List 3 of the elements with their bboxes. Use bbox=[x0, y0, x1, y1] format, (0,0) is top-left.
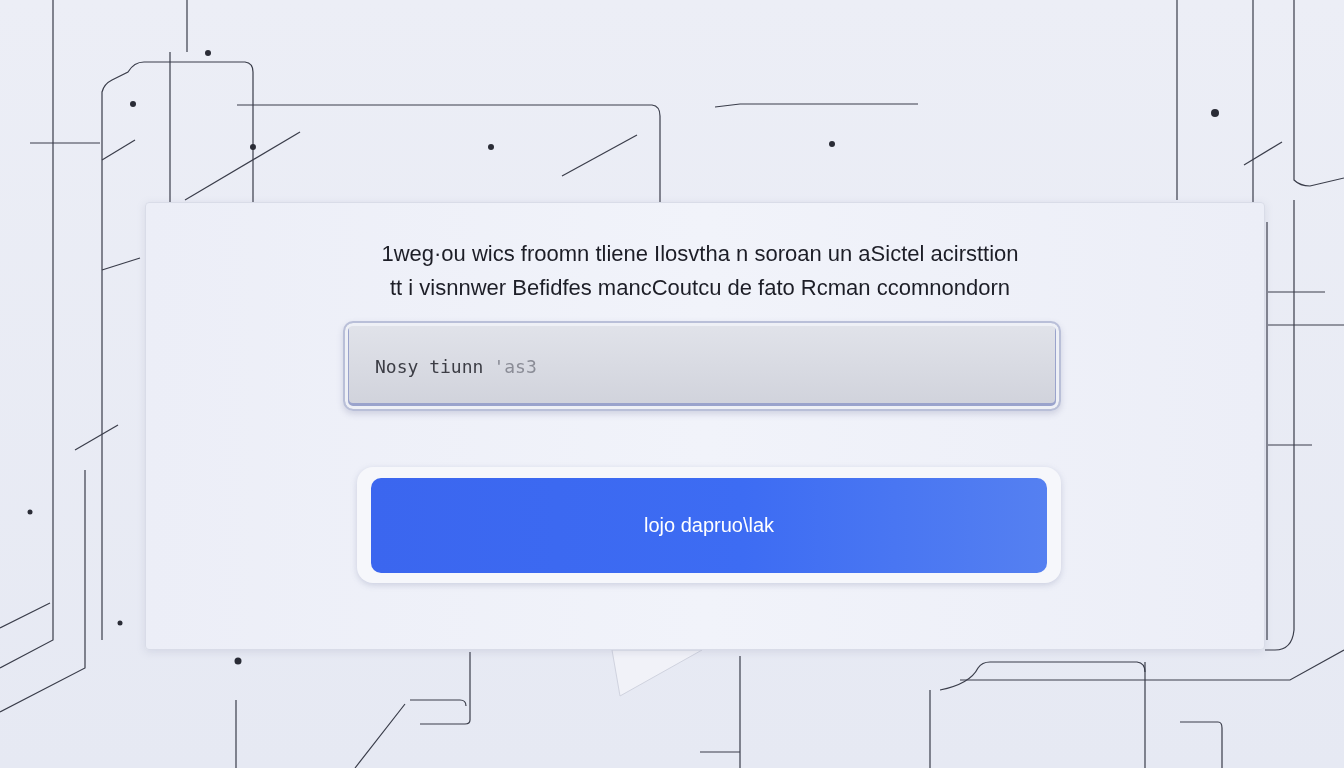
submit-button[interactable]: lojo dapruo\lak bbox=[371, 478, 1047, 573]
prompt-text: 1weg·ou wics froomn tliene Ilosvtha n soroan un aSictel acirsttion tt i visnnwer Befidfes mancCoutcu de fato Rcman ccomnondorn bbox=[381, 240, 1019, 302]
input-field[interactable]: Nosy tiunn 'as3 bbox=[343, 321, 1061, 411]
